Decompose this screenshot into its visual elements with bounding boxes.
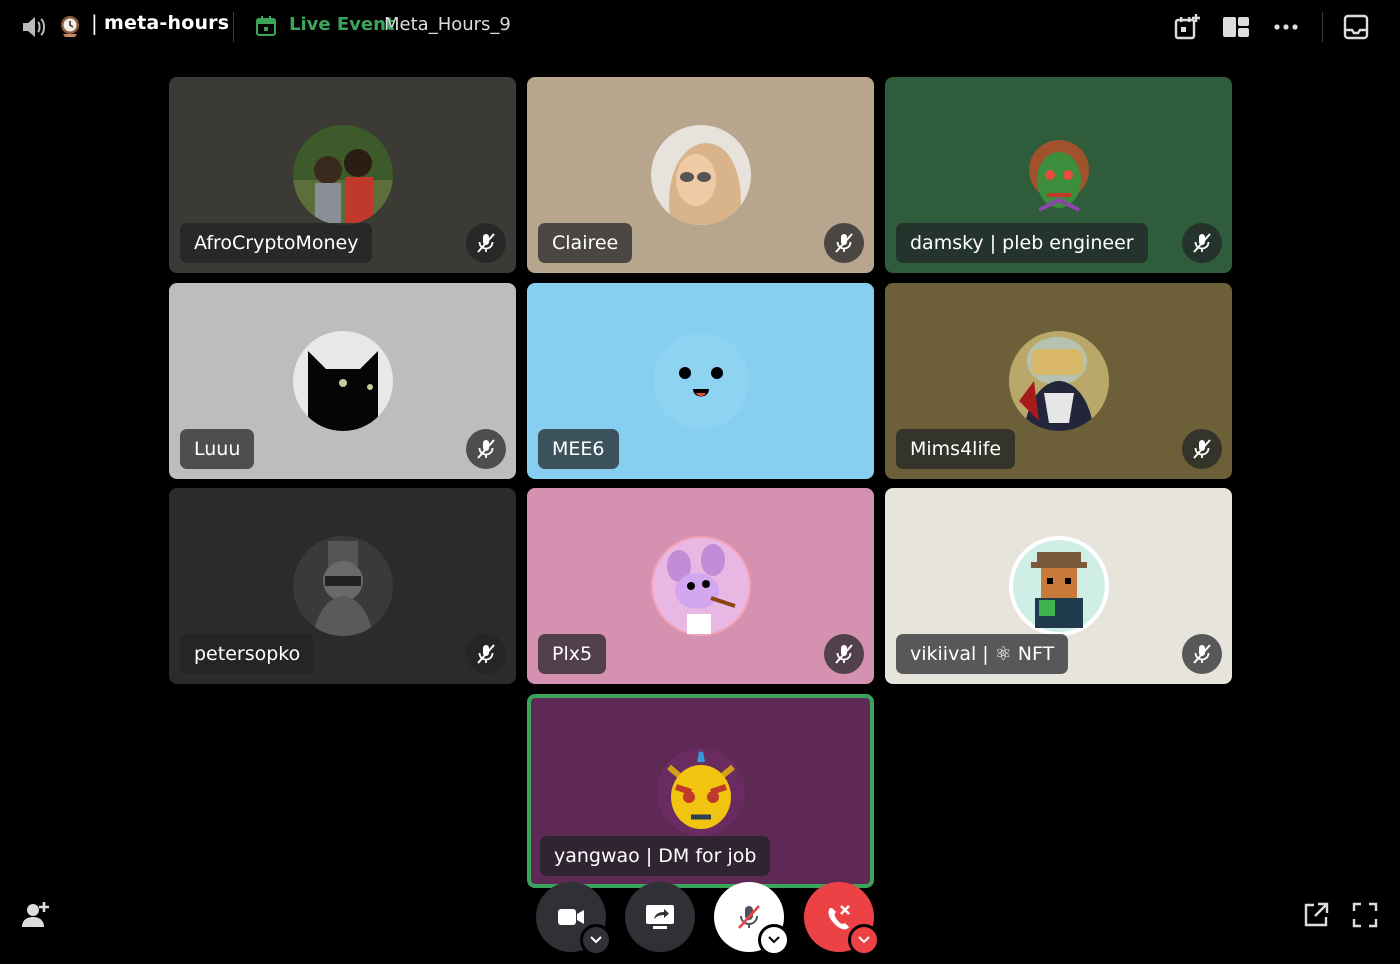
header-divider bbox=[233, 12, 234, 42]
participant-name: Plx5 bbox=[538, 634, 607, 674]
clock-emoji-icon bbox=[58, 14, 82, 38]
participant-tile[interactable]: Mims4life bbox=[885, 283, 1232, 479]
muted-mic-icon bbox=[824, 634, 864, 674]
channel-name[interactable]: meta-hours bbox=[104, 12, 229, 34]
leave-call-button[interactable] bbox=[804, 882, 880, 956]
participant-avatar bbox=[293, 125, 393, 225]
camera-options-caret[interactable] bbox=[580, 924, 612, 956]
muted-mic-icon bbox=[1182, 429, 1222, 469]
participant-tile[interactable]: yangwao | DM for job bbox=[527, 694, 874, 888]
participant-name: Clairee bbox=[538, 223, 633, 263]
participant-avatar bbox=[293, 331, 393, 431]
participant-avatar bbox=[651, 742, 751, 842]
muted-mic-icon bbox=[466, 634, 506, 674]
participant-name: petersopko bbox=[180, 634, 315, 674]
participant-tile[interactable]: MEE6 bbox=[527, 283, 874, 479]
header-divider-right bbox=[1322, 12, 1323, 42]
more-options-icon[interactable] bbox=[1271, 14, 1301, 40]
participant-tile[interactable]: vikiival | ⚛ NFT bbox=[885, 488, 1232, 684]
participant-tile[interactable]: Luuu bbox=[169, 283, 516, 479]
participant-name: Luuu bbox=[180, 429, 255, 469]
participant-avatar bbox=[293, 536, 393, 636]
screen-share-icon bbox=[646, 905, 674, 929]
calendar-icon bbox=[254, 14, 278, 38]
add-user-icon[interactable] bbox=[20, 898, 52, 930]
participant-avatar bbox=[1009, 536, 1109, 636]
popout-icon[interactable] bbox=[1303, 902, 1331, 930]
screen-share-button[interactable] bbox=[625, 882, 695, 952]
participant-name: yangwao | DM for job bbox=[540, 836, 771, 876]
leave-options-caret[interactable] bbox=[848, 924, 880, 956]
live-event-label[interactable]: Live Event bbox=[289, 14, 395, 35]
voice-header: | meta-hours Live Event Meta_Hours_9 bbox=[0, 0, 1400, 54]
participant-tile[interactable]: Plx5 bbox=[527, 488, 874, 684]
participant-name: MEE6 bbox=[538, 429, 619, 469]
participant-tile[interactable]: AfroCryptoMoney bbox=[169, 77, 516, 273]
mute-options-caret[interactable] bbox=[758, 924, 790, 956]
microphone-muted-icon bbox=[738, 905, 760, 929]
muted-mic-icon bbox=[466, 223, 506, 263]
grid-layout-icon[interactable] bbox=[1221, 13, 1251, 41]
voice-channel-icon bbox=[20, 14, 48, 40]
participant-avatar bbox=[651, 331, 751, 431]
fullscreen-icon[interactable] bbox=[1352, 902, 1380, 930]
camera-icon bbox=[558, 909, 584, 925]
participant-name: vikiival | ⚛ NFT bbox=[896, 634, 1069, 674]
participant-tile[interactable]: damsky | pleb engineer bbox=[885, 77, 1232, 273]
leave-call-icon bbox=[828, 905, 850, 930]
participant-name: damsky | pleb engineer bbox=[896, 223, 1148, 263]
participant-avatar bbox=[651, 536, 751, 636]
participant-avatar bbox=[1009, 125, 1109, 225]
mute-button[interactable] bbox=[714, 882, 790, 956]
muted-mic-icon bbox=[466, 429, 506, 469]
muted-mic-icon bbox=[1182, 223, 1222, 263]
camera-button[interactable] bbox=[536, 882, 612, 956]
muted-mic-icon bbox=[1182, 634, 1222, 674]
participant-name: AfroCryptoMoney bbox=[180, 223, 373, 263]
participant-name: Mims4life bbox=[896, 429, 1016, 469]
event-name[interactable]: Meta_Hours_9 bbox=[384, 14, 511, 35]
participant-tile[interactable]: Clairee bbox=[527, 77, 874, 273]
muted-mic-icon bbox=[824, 223, 864, 263]
participant-avatar bbox=[1009, 331, 1109, 431]
participant-avatar bbox=[651, 125, 751, 225]
add-activity-icon[interactable] bbox=[1172, 12, 1202, 42]
channel-separator: | bbox=[91, 11, 98, 35]
inbox-icon[interactable] bbox=[1342, 13, 1370, 41]
participant-tile[interactable]: petersopko bbox=[169, 488, 516, 684]
